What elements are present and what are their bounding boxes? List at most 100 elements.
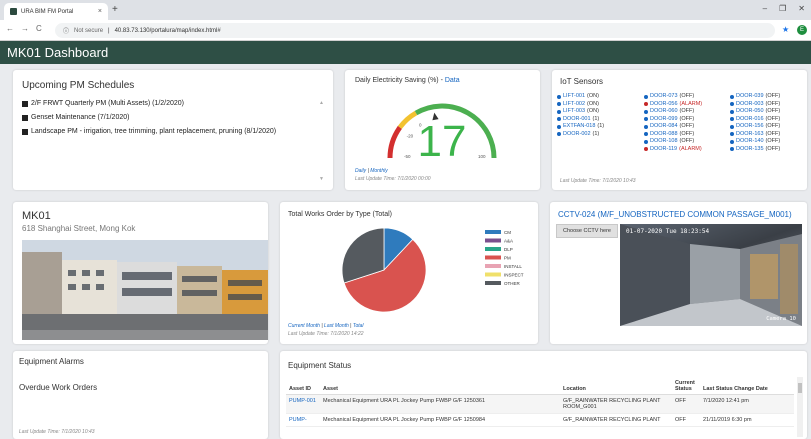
minimize-icon[interactable]: –: [763, 4, 767, 13]
iot-sensor-item[interactable]: EXTFAN-018 (1): [557, 123, 604, 131]
table-row[interactable]: PUMP- Mechanical Equipment URA PL Jockey…: [286, 413, 794, 427]
iot-sensor-item[interactable]: DOOR-060 (OFF): [644, 108, 702, 116]
sensor-id[interactable]: DOOR-001: [563, 116, 591, 124]
sensor-id[interactable]: DOOR-156: [736, 123, 764, 131]
iot-sensor-item[interactable]: DOOR-108 (OFF): [644, 138, 702, 146]
legend-label[interactable]: DLP: [504, 247, 513, 252]
asset-id-link[interactable]: PUMP-001: [286, 394, 320, 414]
last-month-link[interactable]: Last Month: [324, 323, 349, 329]
legend-label[interactable]: A&A: [504, 239, 513, 244]
profile-avatar[interactable]: E: [797, 25, 807, 35]
sensor-id[interactable]: DOOR-140: [736, 138, 764, 146]
column-header[interactable]: Asset ID: [286, 378, 320, 395]
column-header[interactable]: Current Status: [672, 378, 700, 395]
sensor-id[interactable]: DOOR-016: [736, 116, 764, 124]
data-link[interactable]: Data: [445, 77, 460, 84]
column-header[interactable]: Asset: [320, 378, 560, 395]
sensor-state: (OFF): [679, 123, 695, 129]
url-field[interactable]: ⓘ Not secure | 40.83.73.130/portalura/ma…: [55, 23, 775, 38]
sensor-id[interactable]: DOOR-039: [736, 93, 764, 101]
pm-scrollbar[interactable]: ▲ ▼: [319, 98, 325, 184]
iot-sensor-item[interactable]: DOOR-119 (ALARM): [644, 146, 702, 154]
legend-label[interactable]: INSTALL: [504, 264, 522, 269]
sensor-id[interactable]: EXTFAN-018: [563, 123, 595, 131]
iot-sensor-item[interactable]: LIFT-001 (ON): [557, 93, 604, 101]
sensor-id[interactable]: DOOR-135: [736, 146, 764, 154]
legend-label[interactable]: CM: [504, 230, 511, 235]
legend-label[interactable]: PM: [504, 256, 511, 261]
sensor-id[interactable]: LIFT-003: [563, 108, 585, 116]
iot-sensor-item[interactable]: DOOR-156 (OFF): [730, 123, 780, 131]
legend-label[interactable]: INSPECT: [504, 273, 524, 278]
scroll-up-icon[interactable]: ▲: [319, 100, 324, 106]
sensor-id[interactable]: DOOR-099: [650, 116, 678, 124]
sensor-id[interactable]: LIFT-002: [563, 101, 585, 109]
current-month-link[interactable]: Current Month: [288, 323, 320, 329]
iot-sensor-item[interactable]: LIFT-003 (ON): [557, 108, 604, 116]
iot-sensor-item[interactable]: DOOR-088 (OFF): [644, 131, 702, 139]
bookmark-star-icon[interactable]: ★: [782, 25, 789, 34]
iot-sensor-item[interactable]: DOOR-039 (OFF): [730, 93, 780, 101]
sensor-id[interactable]: DOOR-119: [650, 146, 677, 154]
scroll-thumb[interactable]: [798, 383, 802, 393]
sensor-id[interactable]: DOOR-073: [650, 93, 678, 101]
sensor-id[interactable]: DOOR-002: [563, 131, 591, 139]
new-tab-icon[interactable]: +: [112, 4, 118, 15]
iot-sensor-item[interactable]: DOOR-135 (OFF): [730, 146, 780, 154]
sensor-id[interactable]: DOOR-060: [650, 108, 678, 116]
sensor-id[interactable]: DOOR-003: [736, 101, 764, 109]
bullet-icon: [22, 128, 28, 135]
sensor-id[interactable]: DOOR-050: [736, 108, 764, 116]
sensor-state: (OFF): [765, 93, 781, 99]
sensor-id[interactable]: DOOR-163: [736, 131, 764, 139]
asset-id-link[interactable]: PUMP-: [286, 413, 320, 427]
iot-sensor-item[interactable]: DOOR-001 (1): [557, 116, 604, 124]
list-item[interactable]: Landscape PM - irrigation, tree trimming…: [22, 128, 276, 135]
monthly-link[interactable]: Monthly: [370, 168, 388, 174]
equipment-scrollbar[interactable]: [797, 377, 803, 437]
iot-sensor-item[interactable]: DOOR-003 (OFF): [730, 101, 780, 109]
iot-sensor-item[interactable]: DOOR-084 (OFF): [644, 123, 702, 131]
table-row[interactable]: PUMP-001 Mechanical Equipment URA PL Joc…: [286, 394, 794, 414]
daily-link[interactable]: Daily: [355, 168, 366, 174]
back-icon[interactable]: ←: [6, 24, 14, 33]
forward-icon[interactable]: →: [21, 24, 29, 33]
iot-sensor-item[interactable]: LIFT-002 (ON): [557, 101, 604, 109]
list-item[interactable]: 2/F FRWT Quarterly PM (Multi Assets) (1/…: [22, 100, 276, 107]
info-icon[interactable]: ⓘ: [63, 26, 69, 35]
cctv-feed[interactable]: 01-07-2020 Tue 18:23:54 Camera 10: [620, 224, 802, 326]
iot-sensor-item[interactable]: DOOR-073 (OFF): [644, 93, 702, 101]
cctv-title[interactable]: CCTV-024 (M/F_UNOBSTRUCTED COMMON PASSAG…: [558, 210, 792, 219]
asset-cell: Mechanical Equipment URA PL Jockey Pump …: [320, 413, 560, 427]
iot-sensor-item[interactable]: DOOR-050 (OFF): [730, 108, 780, 116]
iot-sensor-item[interactable]: DOOR-002 (1): [557, 131, 604, 139]
scroll-down-icon[interactable]: ▼: [319, 176, 324, 182]
maximize-icon[interactable]: ❐: [779, 4, 786, 13]
iot-sensor-item[interactable]: DOOR-016 (OFF): [730, 116, 780, 124]
status-dot-icon: [644, 109, 648, 114]
sensor-id[interactable]: DOOR-108: [650, 138, 678, 146]
favicon-icon: [10, 8, 17, 15]
choose-cctv-button[interactable]: Choose CCTV here: [556, 224, 618, 238]
close-window-icon[interactable]: ✕: [798, 4, 805, 13]
list-item[interactable]: Genset Maintenance (7/1/2020): [22, 114, 276, 121]
iot-sensor-item[interactable]: DOOR-140 (OFF): [730, 138, 780, 146]
electricity-gauge: -50 -20 0 100 17: [387, 103, 497, 166]
column-header[interactable]: Last Status Change Date: [700, 378, 794, 395]
sensor-id[interactable]: DOOR-056: [650, 101, 678, 109]
sensor-id[interactable]: LIFT-001: [563, 93, 585, 101]
reload-icon[interactable]: C: [36, 24, 42, 33]
total-link[interactable]: Total: [353, 323, 364, 329]
building-photo-graphic: [22, 240, 268, 340]
sensor-id[interactable]: DOOR-084: [650, 123, 678, 131]
column-header[interactable]: Location: [560, 378, 672, 395]
iot-sensor-item[interactable]: DOOR-056 (ALARM): [644, 101, 702, 109]
iot-sensor-item[interactable]: DOOR-099 (OFF): [644, 116, 702, 124]
status-dot-icon: [644, 147, 648, 152]
legend-label[interactable]: OTHER: [504, 281, 521, 286]
close-tab-icon[interactable]: ×: [98, 8, 102, 15]
sensor-state: (OFF): [765, 123, 781, 129]
iot-sensor-item[interactable]: DOOR-163 (OFF): [730, 131, 780, 139]
sensor-id[interactable]: DOOR-088: [650, 131, 678, 139]
browser-tab[interactable]: URA BIM FM Portal ×: [4, 3, 108, 20]
